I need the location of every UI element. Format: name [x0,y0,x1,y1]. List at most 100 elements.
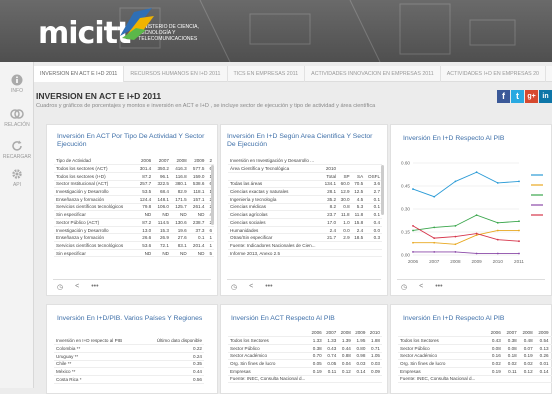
table-cell: 2009 [188,157,207,166]
linkedin-share-button[interactable]: in [539,90,552,103]
more-icon[interactable]: ••• [265,283,272,291]
table-row: Total SP SA OSFL [228,172,382,181]
series-point[interactable] [518,240,520,243]
sidebar-item-relacion[interactable]: RELACIÓN [0,108,34,128]
info-icon[interactable]: ◷ [57,283,63,291]
table-scrollbar[interactable] [381,165,384,215]
twitter-share-button[interactable]: t [511,90,524,103]
series-point[interactable] [496,252,499,255]
table-row: Sin especificar ND ND ND ND 5 [54,249,214,258]
tab-tics-empresas[interactable]: TICS EN EMPRESAS 2011 [228,66,306,82]
table-cell [365,164,382,173]
facebook-icon: f [502,91,505,101]
table-row: Humanidades 2.4 0.0 2.4 0.0 [228,226,382,235]
reload-icon [12,140,22,151]
table-cell: 0.11 [502,367,519,376]
tab-bar: INVERSION EN ACT E I+D 2011 RECURSOS HUM… [34,66,552,82]
series-point[interactable] [454,243,457,246]
series-point[interactable] [454,180,457,183]
series-point[interactable] [518,180,520,183]
series-point[interactable] [412,251,414,253]
table-cell: Sector Público (ACT) [54,218,136,227]
table-cell: 0.24 [142,352,204,361]
info-icon[interactable]: ◷ [231,283,237,291]
series-point[interactable] [496,182,499,184]
table-row: Inversión en I+D respecto al PIB Último d… [54,337,204,346]
series-point[interactable] [496,221,499,224]
micitt-logo[interactable]: micitt MINISTERIO DE CIENCIA, TECNOLOGÍA… [38,8,208,52]
tab-actividades-id[interactable]: ACTIVIDADES I+D EN EMPRESAS 20 [441,66,547,82]
table-cell: 0.16 [486,352,503,361]
series-point[interactable] [412,224,414,227]
tab-inversion-act[interactable]: INVERSION EN ACT E I+D 2011 [34,66,125,82]
tab-recursos-humanos[interactable]: RECURSOS HUMANOS EN I+D 2011 [124,66,228,82]
table-cell: 261.4 [188,203,207,212]
table-cell [321,249,339,258]
table-row: Otras/Sin especificar 21.7 2.9 18.5 0.3 [228,233,382,243]
table-cell: Inversión en I+D respecto al PIB [54,337,143,346]
table-row: Ingeniería y tecnología 35.2 30.0 4.5 0.1 [228,195,382,204]
info-icon[interactable]: ◷ [401,283,407,291]
table-row: Ciencias exactas y naturales 28.1 12.9 12.5… [228,187,382,196]
card-act-tipo-actividad: Inversión En ACT Por Tipo De Actividad Y… [46,124,218,296]
share-icon[interactable]: < [419,283,423,291]
google-plus-share-button[interactable]: g+ [525,90,538,103]
table-cell: 70.5 [351,180,366,189]
tab-actividades-innovacion[interactable]: ACTIVIDADES INNOVACION EN EMPRESAS 2011 [305,66,441,82]
series-point[interactable] [412,229,414,232]
table-cell: 72.1 [153,241,171,250]
table-cell: Fuente: INEC, Consulta Nacional d... [398,375,487,384]
more-icon[interactable]: ••• [435,283,442,291]
series-point[interactable] [475,214,478,217]
share-icon[interactable]: < [75,283,79,291]
sidebar-item-api[interactable]: API [0,168,34,188]
table-cell: Sin especificar [54,249,136,258]
series-point[interactable] [496,229,499,232]
series-point[interactable] [475,234,478,236]
table-cell: Sector Público [228,344,310,353]
share-icon[interactable]: < [249,283,253,291]
series-line[interactable] [412,214,520,231]
y-tick-label: 0.15 [401,230,410,235]
table-cell: ND [135,210,154,219]
series-point[interactable] [454,251,457,253]
table-cell: Fuente: Indicadores Nacionales de Cien..… [228,241,322,250]
series-point[interactable] [433,251,436,253]
series-point[interactable] [475,252,478,255]
series-line[interactable] [412,171,520,198]
series-line[interactable] [413,251,519,254]
series-point[interactable] [433,195,436,198]
facebook-share-button[interactable]: f [497,90,510,103]
table-cell: 79.8 [135,203,154,212]
table-cell: Todos los sectores (ACT) [54,164,136,173]
table-cell: Colombia ** [54,344,143,353]
series-point[interactable] [518,252,520,255]
table-cell: ND [153,210,171,219]
table-cell [228,329,310,338]
more-icon[interactable]: ••• [91,283,98,291]
table-cell: 0.07 [518,344,535,353]
series-point[interactable] [412,188,414,190]
table-cell: Inversión en Investigación y Desarrollo … [228,157,322,166]
series-point[interactable] [454,224,457,227]
series-point[interactable] [454,235,457,238]
series-point[interactable] [433,241,436,244]
series-point[interactable] [475,232,478,235]
x-tick-label: 2006 [408,259,419,264]
series-point[interactable] [433,226,436,229]
series-point[interactable] [475,171,478,174]
series-point[interactable] [518,220,520,223]
sidebar-item-info[interactable]: INFO [0,74,34,94]
series-point[interactable] [412,241,414,244]
series-point[interactable] [518,229,520,232]
table-row: Sector Académico 0.70 0.74 0.88 0.98 1.05 [228,352,382,361]
table-cell [367,375,382,384]
series-line[interactable] [413,230,519,245]
table-cell [338,157,352,166]
x-tick-label: 2007 [429,259,440,264]
series-point[interactable] [433,237,436,240]
series-point[interactable] [496,238,499,241]
table-scrollbar[interactable] [211,165,214,225]
sidebar-item-recargar[interactable]: RECARGAR [0,140,34,160]
table-row: Fuente: Indicadores Nacionales de Cien..… [228,241,382,250]
